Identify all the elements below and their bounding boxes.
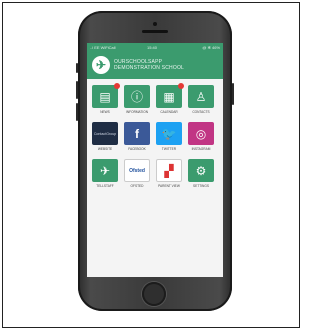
- notification-badge: [178, 83, 184, 89]
- parent-view-icon: ▞: [164, 163, 174, 178]
- school-name: OURSCHOOLSAPP DEMONSTRATION SCHOOL: [114, 59, 219, 71]
- front-camera: [153, 22, 157, 26]
- tile-label: CONTACTS: [192, 110, 210, 114]
- mute-switch: [76, 63, 78, 73]
- carrier-text: ..l EE WiFiCall: [90, 45, 116, 50]
- battery-text: @ ✻ 46%: [202, 45, 220, 50]
- earpiece-speaker: [142, 30, 168, 33]
- tile-label: NEWS: [100, 110, 110, 114]
- tile-label: TWITTER: [161, 147, 177, 151]
- tile-label: INFORMATION: [125, 110, 149, 114]
- phone-device: ..l EE WiFiCall 15:40 @ ✻ 46% ✈ OURSCHOO…: [76, 11, 234, 311]
- tile-parent-view[interactable]: ▞: [156, 159, 182, 182]
- tile-settings[interactable]: ⚙: [188, 159, 214, 182]
- tile-instagram[interactable]: ◎: [188, 122, 214, 145]
- tile-contacts[interactable]: ♙: [188, 85, 214, 108]
- calendar-icon: ▦: [163, 89, 175, 104]
- tile-calendar[interactable]: ▦: [156, 83, 184, 108]
- tile-facebook[interactable]: f: [124, 122, 150, 145]
- tile-tellstaff[interactable]: ✈: [92, 159, 118, 182]
- tellstaff-icon: ✈: [99, 163, 111, 178]
- website-icon: ContactGroup: [93, 131, 117, 136]
- information-icon: ⓘ: [130, 90, 143, 104]
- power-button: [232, 83, 234, 105]
- tile-twitter[interactable]: 🐦: [156, 122, 182, 145]
- tile-ofsted[interactable]: Ofsted: [124, 159, 150, 182]
- tile-label: OFSTED: [130, 184, 144, 188]
- instagram-icon: ◎: [195, 126, 207, 141]
- status-bar: ..l EE WiFiCall 15:40 @ ✻ 46%: [87, 43, 223, 52]
- tile-label: TELLSTAFF: [96, 184, 114, 188]
- notification-badge: [114, 83, 120, 89]
- facebook-icon: f: [135, 126, 139, 141]
- app-header: ✈ OURSCHOOLSAPP DEMONSTRATION SCHOOL: [87, 52, 223, 79]
- clock: 15:40: [147, 45, 158, 50]
- volume-up-button: [76, 81, 78, 99]
- tile-label: FACEBOOK: [128, 147, 146, 151]
- tile-label: SETTINGS: [193, 184, 209, 188]
- tile-label: WEBSITE: [97, 147, 113, 151]
- tile-information[interactable]: ⓘ: [124, 85, 150, 108]
- contacts-icon: ♙: [195, 89, 207, 104]
- ofsted-icon: Ofsted: [129, 167, 145, 174]
- tile-label: PARENT VIEW: [158, 184, 180, 188]
- settings-icon: ⚙: [195, 163, 207, 178]
- school-logo-icon: ✈: [92, 56, 110, 74]
- news-icon: ▤: [99, 89, 111, 104]
- home-button[interactable]: [142, 282, 166, 306]
- app-screen: ..l EE WiFiCall 15:40 @ ✻ 46% ✈ OURSCHOO…: [87, 43, 223, 277]
- school-name-line2: DEMONSTRATION SCHOOL: [114, 65, 185, 71]
- tile-website[interactable]: ContactGroup: [92, 122, 118, 145]
- twitter-icon: 🐦: [161, 126, 177, 141]
- tile-label: CALENDAR: [160, 110, 178, 114]
- tile-label: INSTAGRAM: [191, 147, 211, 151]
- tile-news[interactable]: ▤: [92, 83, 120, 108]
- volume-down-button: [76, 103, 78, 121]
